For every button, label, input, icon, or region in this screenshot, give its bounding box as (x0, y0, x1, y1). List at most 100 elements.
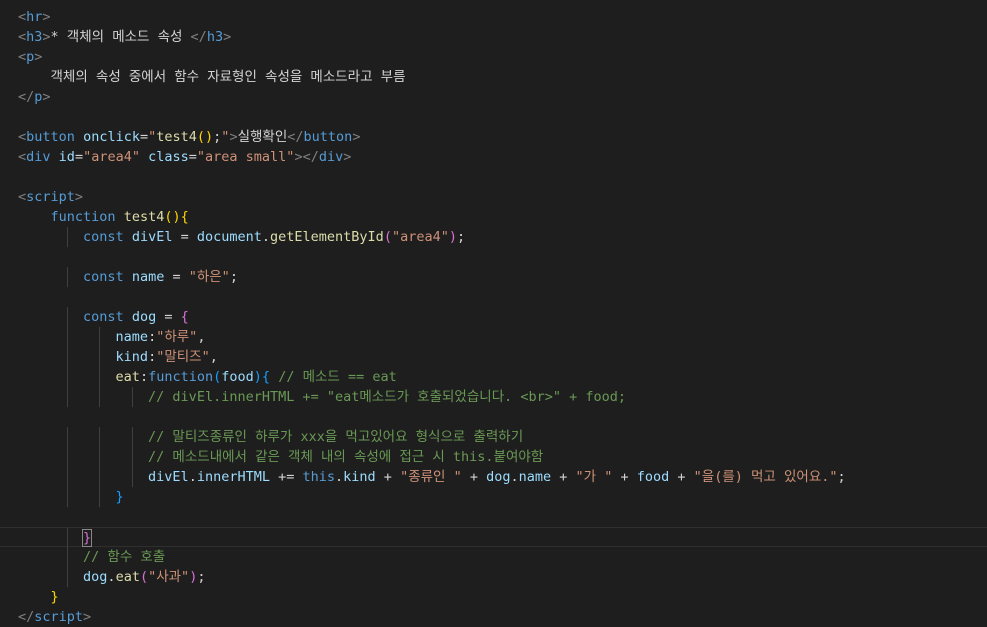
code-line[interactable] (0, 287, 987, 307)
code-line[interactable] (0, 407, 987, 427)
code-token: ; (229, 269, 238, 285)
code-token: < (18, 9, 27, 25)
code-token: > (42, 89, 51, 105)
code-line[interactable]: function test4(){ (0, 207, 987, 227)
indent-guide (66, 427, 68, 447)
code-token: < (18, 49, 27, 65)
code-token: "하은" (188, 269, 230, 285)
code-line[interactable]: const divEl = document.getElementById("a… (0, 227, 987, 247)
code-line[interactable]: // divEl.innerHTML += "eat메소드가 호출되었습니다. … (0, 387, 987, 407)
code-line[interactable]: divEl.innerHTML += this.kind + "종류인 " + … (0, 467, 987, 487)
code-token: const (83, 269, 124, 285)
indent-guide (99, 347, 101, 367)
code-token: "을(를) 먹고 있어요." (693, 469, 838, 485)
code-line[interactable]: <hr> (0, 7, 987, 27)
code-token: // 함수 호출 (83, 549, 166, 565)
code-token: button (26, 129, 75, 145)
code-token: . (335, 469, 344, 485)
indent-guide (99, 447, 101, 467)
code-token: divEl (131, 229, 173, 245)
code-token: ( (139, 569, 149, 585)
code-line[interactable]: // 함수 호출 (0, 547, 987, 567)
code-token: // 메소드 == eat (278, 369, 397, 385)
code-token: name (115, 329, 149, 345)
code-token: div (26, 149, 51, 165)
code-token: 객체의 속성 중에서 함수 자료형인 속성을 메소드라고 부름 (18, 69, 406, 85)
code-token: , (209, 349, 218, 365)
code-line[interactable] (0, 107, 987, 127)
code-editor[interactable]: <hr> <h3>* 객체의 메소드 속성 </h3> <p> 객체의 속성 중에서… (0, 0, 987, 626)
code-token: 실행확인 (237, 129, 288, 145)
code-line[interactable]: <button onclick="test4();">실행확인</button> (0, 127, 987, 147)
code-token: function (50, 209, 116, 225)
code-token: script (34, 609, 84, 625)
code-line[interactable]: </p> (0, 87, 987, 107)
code-token: . (188, 469, 197, 485)
code-token: const (83, 309, 124, 325)
code-token: const (83, 229, 124, 245)
code-token: name (131, 269, 165, 285)
indent-guide (131, 387, 133, 407)
code-line[interactable]: // 말티즈종류인 하루가 xxx을 먹고있어요 형식으로 출력하기 (0, 427, 987, 447)
code-line[interactable]: dog.eat("사과"); (0, 567, 987, 587)
code-token: } (82, 529, 93, 547)
code-line[interactable]: <h3>* 객체의 메소드 속성 </h3> (0, 27, 987, 47)
indent-guide (66, 367, 68, 387)
code-token: ; (457, 229, 466, 245)
code-line[interactable]: } (0, 527, 987, 548)
code-token: </ (18, 89, 35, 105)
code-line[interactable]: kind:"말티즈", (0, 347, 987, 367)
code-token: document (196, 229, 262, 245)
code-line[interactable]: <script> (0, 187, 987, 207)
code-token: > (34, 49, 43, 65)
code-token: test4 (123, 209, 165, 225)
code-token: script (26, 189, 75, 205)
code-token: this (302, 469, 336, 485)
code-line[interactable]: </script> (0, 607, 987, 627)
code-token: . (107, 569, 116, 585)
code-line[interactable]: 객체의 속성 중에서 함수 자료형인 속성을 메소드라고 부름 (0, 67, 987, 87)
code-line[interactable]: // 메소드내에서 같은 객체 내의 속성에 접근 시 this.붙여야함 (0, 447, 987, 467)
code-token: kind (343, 469, 376, 485)
code-token: hr (26, 9, 43, 25)
code-line[interactable]: <div id="area4" class="area small"></div… (0, 147, 987, 167)
code-line[interactable]: const name = "하은"; (0, 267, 987, 287)
code-token: "사과" (148, 569, 190, 585)
indent-guide (66, 387, 68, 407)
code-line[interactable]: eat:function(food){ // 메소드 == eat (0, 367, 987, 387)
code-line[interactable] (0, 247, 987, 267)
code-line[interactable] (0, 507, 987, 527)
code-token: "종류인 " (400, 469, 462, 485)
code-line[interactable]: } (0, 487, 987, 507)
code-line[interactable]: name:"하루", (0, 327, 987, 347)
code-token: "가 " (575, 469, 613, 485)
code-token: . (261, 229, 271, 245)
code-line[interactable]: const dog = { (0, 307, 987, 327)
code-line[interactable] (0, 167, 987, 187)
indent-guide (66, 327, 68, 347)
code-token: : (148, 329, 157, 345)
indent-guide (66, 467, 68, 487)
indent-guide (66, 267, 68, 287)
code-token: food (221, 369, 254, 385)
indent-guide (66, 487, 68, 507)
code-token: = (188, 149, 197, 165)
code-token: , (197, 329, 206, 345)
indent-guide (66, 307, 68, 327)
code-token: "말티즈" (156, 349, 210, 365)
code-line[interactable]: } (0, 587, 987, 607)
code-line[interactable]: <p> (0, 47, 987, 67)
code-token: () (196, 129, 214, 145)
